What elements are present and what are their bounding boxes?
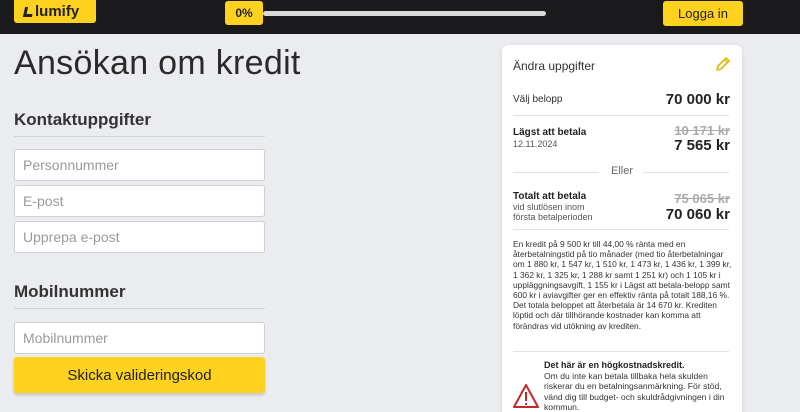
- pencil-icon[interactable]: [715, 56, 731, 72]
- lowest-payment-value: 7 565 kr: [674, 137, 730, 154]
- loan-summary-card: Ändra uppgifter Välj belopp 70 000 kr Lä…: [502, 45, 742, 412]
- mobile-section-heading: Mobilnummer: [14, 282, 126, 301]
- contact-section-heading: Kontaktuppgifter: [14, 110, 151, 129]
- warning-triangle-icon: [513, 384, 539, 408]
- logo-text: lumify: [35, 3, 80, 20]
- top-bar: lumify 0% Logga in: [0, 0, 800, 34]
- mobile-input[interactable]: [14, 322, 265, 354]
- lowest-payment-date: 12.11.2024: [513, 139, 558, 149]
- total-payment-label: Totalt att betala: [513, 191, 587, 202]
- total-payment-sub2: första betalperioden: [513, 212, 593, 222]
- high-cost-credit-warning-text: Om du inte kan betala tillbaka hela skul…: [544, 371, 725, 412]
- credit-disclaimer-text: En kredit på 9 500 kr till 44,00 % ränta…: [513, 239, 732, 331]
- or-label: Eller: [610, 165, 633, 177]
- email-input[interactable]: [14, 185, 265, 217]
- card-divider: [513, 115, 729, 116]
- send-validation-code-button[interactable]: Skicka valideringskod: [14, 357, 265, 393]
- edit-details-link[interactable]: Ändra uppgifter: [513, 59, 595, 73]
- logo-mark-icon: [22, 7, 35, 17]
- high-cost-credit-warning-title: Det här är en högkostnadskredit.: [544, 360, 685, 370]
- contact-divider: [14, 136, 265, 137]
- total-payment-value: 70 060 kr: [665, 206, 730, 223]
- card-divider: [513, 351, 729, 352]
- lowest-payment-label: Lägst att betala: [513, 127, 587, 138]
- or-divider-right: [643, 172, 729, 173]
- lowest-payment-old-value: 10 171 kr: [674, 123, 730, 138]
- mobile-divider: [14, 308, 265, 309]
- amount-label: Välj belopp: [513, 94, 563, 105]
- personnummer-input[interactable]: [14, 149, 265, 181]
- email-repeat-input[interactable]: [14, 221, 265, 253]
- progress-percent-badge: 0%: [225, 1, 263, 25]
- amount-value: 70 000 kr: [665, 91, 730, 108]
- total-payment-old-value: 75 065 kr: [674, 191, 730, 206]
- progress-bar: [263, 11, 546, 16]
- lumify-logo[interactable]: lumify: [14, 0, 96, 23]
- login-button[interactable]: Logga in: [663, 1, 743, 26]
- card-divider: [513, 229, 729, 230]
- page-title: Ansökan om kredit: [14, 44, 301, 82]
